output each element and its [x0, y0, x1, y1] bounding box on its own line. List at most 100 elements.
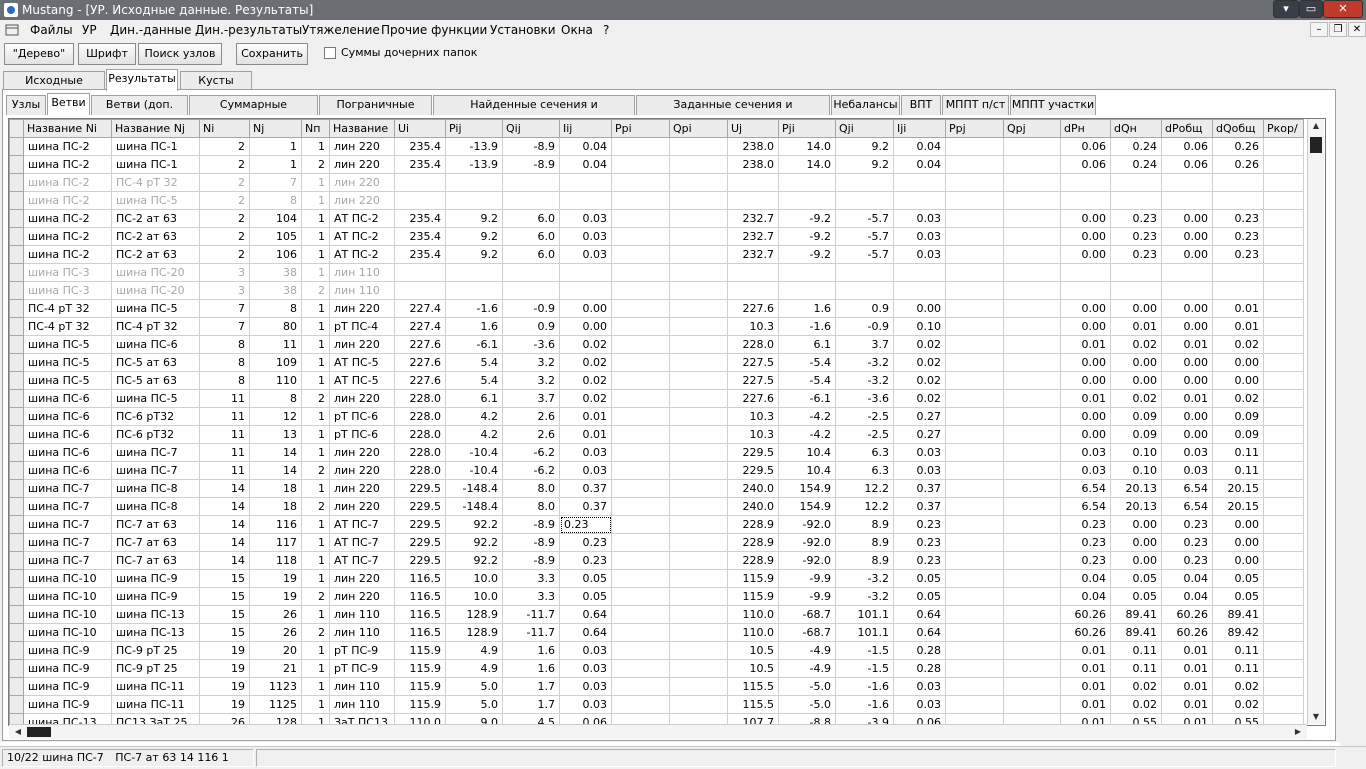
- grid-cell[interactable]: 60.26: [1161, 605, 1213, 624]
- grid-cell[interactable]: -8.9: [502, 515, 560, 534]
- grid-cell[interactable]: шина ПС-5: [111, 389, 200, 408]
- row-indicator[interactable]: [9, 407, 24, 426]
- grid-cell[interactable]: [1110, 281, 1162, 300]
- grid-cell[interactable]: 19: [249, 569, 302, 588]
- grid-cell[interactable]: 0.23: [1060, 515, 1111, 534]
- grid-cell[interactable]: 1: [301, 245, 330, 264]
- grid-cell[interactable]: 89.41: [1110, 623, 1162, 642]
- grid-cell[interactable]: 227.4: [394, 299, 446, 318]
- grid-cell[interactable]: 20: [249, 641, 302, 660]
- grid-cell[interactable]: [611, 299, 670, 318]
- grid-cell[interactable]: 2: [301, 281, 330, 300]
- column-header[interactable]: Ni: [199, 119, 250, 138]
- grid-cell[interactable]: 14: [199, 479, 250, 498]
- grid-cell[interactable]: АТ ПС-7: [329, 533, 395, 552]
- grid-cell[interactable]: [669, 227, 728, 246]
- grid-cell[interactable]: 0.00: [1110, 371, 1162, 390]
- grid-cell[interactable]: 229.5: [394, 515, 446, 534]
- grid-cell[interactable]: 228.0: [727, 335, 779, 354]
- grid-cell[interactable]: 1: [301, 299, 330, 318]
- grid-cell[interactable]: [1263, 533, 1304, 552]
- grid-cell[interactable]: 0.23: [1110, 245, 1162, 264]
- mdi-close-button[interactable]: ✕: [1348, 22, 1366, 37]
- grid-cell[interactable]: [1003, 533, 1061, 552]
- grid-cell[interactable]: [611, 245, 670, 264]
- grid-cell[interactable]: [669, 407, 728, 426]
- row-indicator[interactable]: [9, 605, 24, 624]
- grid-cell[interactable]: [1003, 551, 1061, 570]
- grid-cell[interactable]: [669, 659, 728, 678]
- grid-cell[interactable]: [611, 353, 670, 372]
- grid-cell[interactable]: рТ ПС-6: [329, 407, 395, 426]
- grid-cell[interactable]: [1263, 641, 1304, 660]
- grid-cell[interactable]: 0.02: [893, 371, 946, 390]
- mdi-minimize-button[interactable]: –: [1310, 22, 1328, 37]
- grid-cell[interactable]: [1263, 371, 1304, 390]
- grid-cell[interactable]: [611, 659, 670, 678]
- grid-cell[interactable]: [778, 263, 836, 282]
- grid-cell[interactable]: 0.11: [1212, 659, 1264, 678]
- grid-cell[interactable]: [611, 191, 670, 210]
- grid-cell[interactable]: 1: [301, 659, 330, 678]
- grid-cell[interactable]: 0.03: [893, 695, 946, 714]
- grid-cell[interactable]: 7: [199, 317, 250, 336]
- grid-cell[interactable]: 101.1: [835, 605, 894, 624]
- grid-cell[interactable]: 92.2: [445, 551, 503, 570]
- grid-cell[interactable]: [945, 209, 1004, 228]
- grid-cell[interactable]: 2: [301, 587, 330, 606]
- grid-cell[interactable]: 228.0: [394, 407, 446, 426]
- grid-cell[interactable]: 0.00: [893, 299, 946, 318]
- grid-cell[interactable]: лин 220: [329, 461, 395, 480]
- grid-cell[interactable]: 60.26: [1161, 623, 1213, 642]
- grid-cell[interactable]: [394, 191, 446, 210]
- grid-cell[interactable]: [1003, 353, 1061, 372]
- grid-cell[interactable]: 116.5: [394, 623, 446, 642]
- row-indicator[interactable]: [9, 677, 24, 696]
- grid-cell[interactable]: 1: [249, 155, 302, 174]
- grid-cell[interactable]: [1263, 623, 1304, 642]
- grid-cell[interactable]: 2: [301, 461, 330, 480]
- column-header[interactable]: Uj: [727, 119, 779, 138]
- grid-cell[interactable]: [611, 479, 670, 498]
- tab-node-groups[interactable]: Кусты узлов: [180, 71, 252, 105]
- grid-cell[interactable]: шина ПС-5: [23, 371, 112, 390]
- grid-cell[interactable]: [1003, 209, 1061, 228]
- table-row[interactable]: шина ПС-10 шина ПС-9 15 19 1 лин 220 116.5 10.0…: [9, 569, 1304, 588]
- grid-cell[interactable]: 5.4: [445, 353, 503, 372]
- grid-cell[interactable]: 0.03: [559, 695, 612, 714]
- table-row[interactable]: шина ПС-7 ПС-7 ат 63 14 118 1 АТ ПС-7 229.5 92.…: [9, 551, 1304, 570]
- grid-cell[interactable]: 26: [249, 623, 302, 642]
- grid-cell[interactable]: шина ПС-9: [111, 587, 200, 606]
- table-row[interactable]: шина ПС-2 шина ПС-1 2 1 1 лин 220 235.4 -13.9 -8…: [9, 137, 1304, 156]
- grid-cell[interactable]: [669, 353, 728, 372]
- grid-cell[interactable]: 2: [199, 209, 250, 228]
- grid-cell[interactable]: [945, 335, 1004, 354]
- menu-dyn-results[interactable]: Дин.-результаты: [195, 23, 302, 37]
- grid-cell[interactable]: 232.7: [727, 245, 779, 264]
- table-row[interactable]: шина ПС-6 ПС-6 рТ32 11 13 1 рТ ПС-6 228.0 4.2 2.…: [9, 425, 1304, 444]
- grid-cell[interactable]: [445, 191, 503, 210]
- grid-cell[interactable]: [1263, 299, 1304, 318]
- grid-cell[interactable]: 92.2: [445, 515, 503, 534]
- grid-cell[interactable]: АТ ПС-7: [329, 551, 395, 570]
- grid-cell[interactable]: шина ПС-2: [23, 245, 112, 264]
- grid-cell[interactable]: 228.0: [394, 461, 446, 480]
- grid-cell[interactable]: [1003, 569, 1061, 588]
- grid-cell[interactable]: [559, 173, 612, 192]
- grid-cell[interactable]: шина ПС-7: [23, 515, 112, 534]
- grid-cell[interactable]: -4.9: [778, 659, 836, 678]
- column-header[interactable]: dQн: [1110, 119, 1162, 138]
- table-row[interactable]: шина ПС-6 шина ПС-7 11 14 1 лин 220 228.0 -10.4…: [9, 443, 1304, 462]
- grid-cell[interactable]: ПС-7 ат 63: [111, 515, 200, 534]
- grid-cell[interactable]: [1263, 173, 1304, 192]
- grid-cell[interactable]: -9.2: [778, 245, 836, 264]
- horizontal-scrollbar[interactable]: ◀ ▶: [9, 724, 1307, 739]
- grid-cell[interactable]: 0.03: [559, 245, 612, 264]
- menu-dyn-data[interactable]: Дин.-данные: [110, 23, 191, 37]
- grid-cell[interactable]: рТ ПС-9: [329, 659, 395, 678]
- grid-cell[interactable]: 10.4: [778, 461, 836, 480]
- grid-cell[interactable]: 0.02: [559, 353, 612, 372]
- table-row[interactable]: шина ПС-5 шина ПС-6 8 11 1 лин 220 227.6 -6.1 -3…: [9, 335, 1304, 354]
- grid-cell[interactable]: 0.09: [1110, 407, 1162, 426]
- grid-cell[interactable]: 227.6: [394, 335, 446, 354]
